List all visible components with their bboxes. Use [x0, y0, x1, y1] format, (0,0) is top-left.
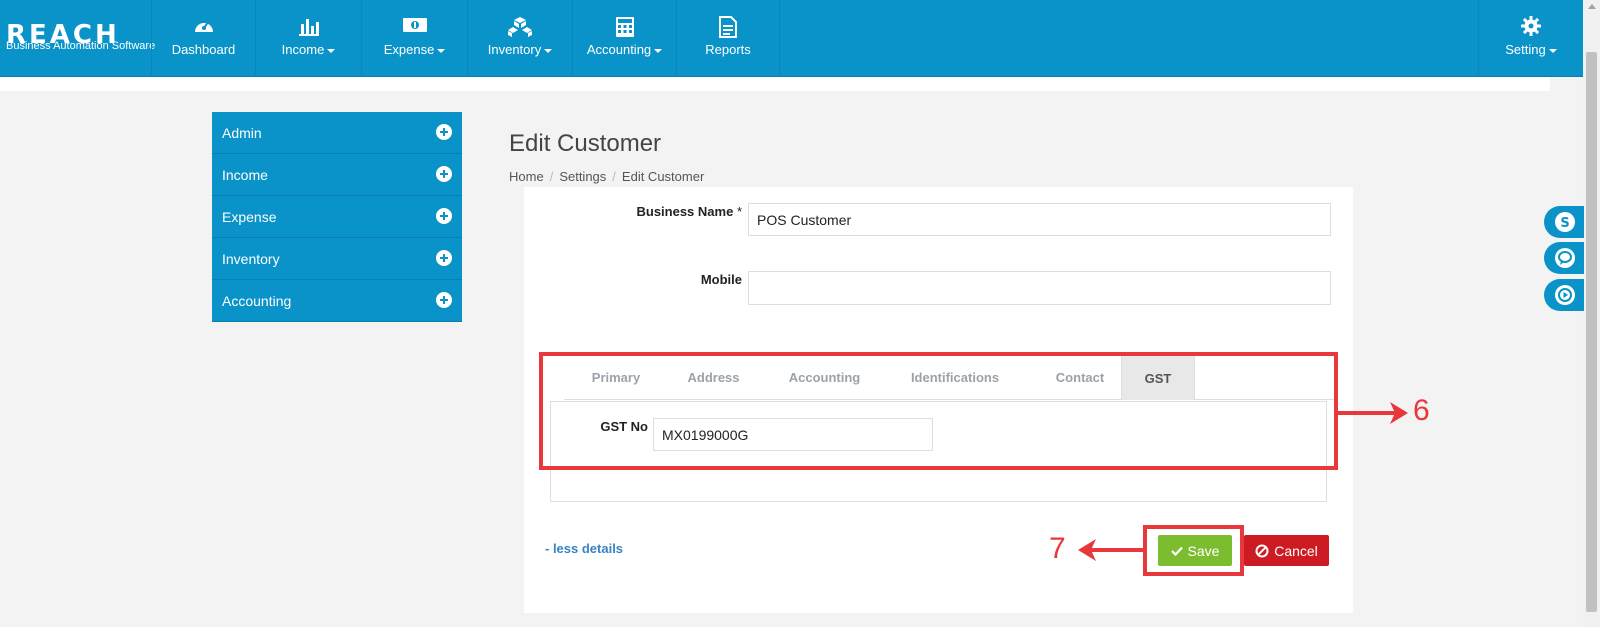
chevron-down-icon	[437, 48, 446, 53]
nav-expense[interactable]: Expense	[361, 0, 467, 77]
plus-circle-icon[interactable]	[436, 166, 452, 182]
logo-tagline: Business Automation Software	[6, 40, 156, 52]
scrollbar-thumb[interactable]	[1586, 52, 1597, 612]
nav-dashboard[interactable]: Dashboard	[151, 0, 255, 77]
bar-chart-icon	[256, 16, 361, 36]
sidebar-item-income[interactable]: Income	[212, 154, 462, 196]
breadcrumb-current: Edit Customer	[621, 169, 705, 184]
sidebar-item-label: Inventory	[222, 251, 280, 267]
gear-icon	[1479, 16, 1583, 36]
skype-button[interactable]: S	[1544, 206, 1584, 238]
business-name-label: Business Name *	[636, 204, 742, 219]
sidebar-item-expense[interactable]: Expense	[212, 196, 462, 238]
chevron-down-icon	[544, 48, 553, 53]
top-navbar: REACH Business Automation Software Dashb…	[0, 0, 1583, 77]
nav-inventory-label: Inventory	[487, 42, 542, 57]
nav-accounting-label: Accounting	[586, 42, 652, 57]
skype-icon: S	[1555, 212, 1575, 232]
breadcrumb-settings[interactable]: Settings	[559, 169, 606, 184]
nav-accounting[interactable]: Accounting	[572, 0, 676, 77]
sidebar-item-label: Expense	[222, 209, 277, 225]
less-details-link[interactable]: - less details	[545, 541, 623, 556]
mobile-input[interactable]	[748, 271, 1331, 305]
nav-dashboard-label: Dashboard	[171, 42, 236, 57]
nav-reports-label: Reports	[705, 42, 751, 57]
play-circle-icon	[1555, 285, 1575, 305]
reach-logo[interactable]: REACH Business Automation Software	[4, 6, 155, 72]
dashboard-icon	[152, 16, 255, 36]
sidebar-item-accounting[interactable]: Accounting	[212, 280, 462, 322]
scroll-up-arrow-icon[interactable]	[1588, 4, 1596, 9]
video-button[interactable]	[1544, 279, 1584, 311]
chevron-down-icon	[654, 48, 663, 53]
page-title: Edit Customer	[509, 130, 662, 157]
ban-icon	[1255, 544, 1269, 558]
chat-button[interactable]	[1544, 242, 1584, 274]
nav-inventory[interactable]: Inventory	[467, 0, 572, 77]
sidebar-item-label: Income	[222, 167, 268, 183]
chevron-down-icon	[1548, 48, 1557, 53]
plus-circle-icon[interactable]	[436, 292, 452, 308]
nav-income[interactable]: Income	[255, 0, 361, 77]
annotation-box-save	[1143, 525, 1244, 576]
annotation-step-6: 6	[1413, 394, 1430, 427]
annotation-box-tabs	[539, 352, 1338, 470]
annotation-step-7: 7	[1049, 532, 1066, 565]
business-name-input[interactable]	[748, 203, 1331, 236]
sidebar-item-inventory[interactable]: Inventory	[212, 238, 462, 280]
header-divider-strip	[0, 77, 1550, 91]
nav-expense-label: Expense	[383, 42, 435, 57]
required-mark: *	[736, 204, 742, 219]
plus-circle-icon[interactable]	[436, 208, 452, 224]
breadcrumb-home[interactable]: Home	[509, 169, 544, 184]
money-icon	[362, 16, 467, 36]
svg-text:S: S	[1560, 216, 1569, 231]
sidebar-item-admin[interactable]: Admin	[212, 112, 462, 154]
nav-reports[interactable]: Reports	[676, 0, 780, 77]
mobile-label: Mobile	[700, 272, 742, 287]
annotation-arrow-right-icon	[1338, 402, 1408, 424]
calculator-icon	[573, 16, 676, 37]
nav-income-label: Income	[281, 42, 325, 57]
chat-bubble-icon	[1555, 248, 1575, 268]
chevron-down-icon	[327, 48, 336, 53]
cancel-button[interactable]: Cancel	[1244, 535, 1329, 566]
nav-setting[interactable]: Setting	[1478, 0, 1583, 77]
sidebar-item-label: Accounting	[222, 293, 292, 309]
annotation-arrow-left-icon	[1078, 539, 1144, 561]
cubes-icon	[468, 16, 572, 37]
plus-circle-icon[interactable]	[436, 124, 452, 140]
breadcrumb: Home / Settings / Edit Customer	[509, 169, 705, 184]
plus-circle-icon[interactable]	[436, 250, 452, 266]
cancel-button-label: Cancel	[1274, 542, 1318, 559]
sidebar-item-label: Admin	[222, 125, 262, 141]
settings-sidebar: Admin Income Expense Inventory Accountin…	[212, 112, 462, 322]
page-scrollbar[interactable]	[1583, 0, 1600, 627]
document-icon	[677, 16, 779, 38]
nav-setting-label: Setting	[1505, 42, 1546, 57]
